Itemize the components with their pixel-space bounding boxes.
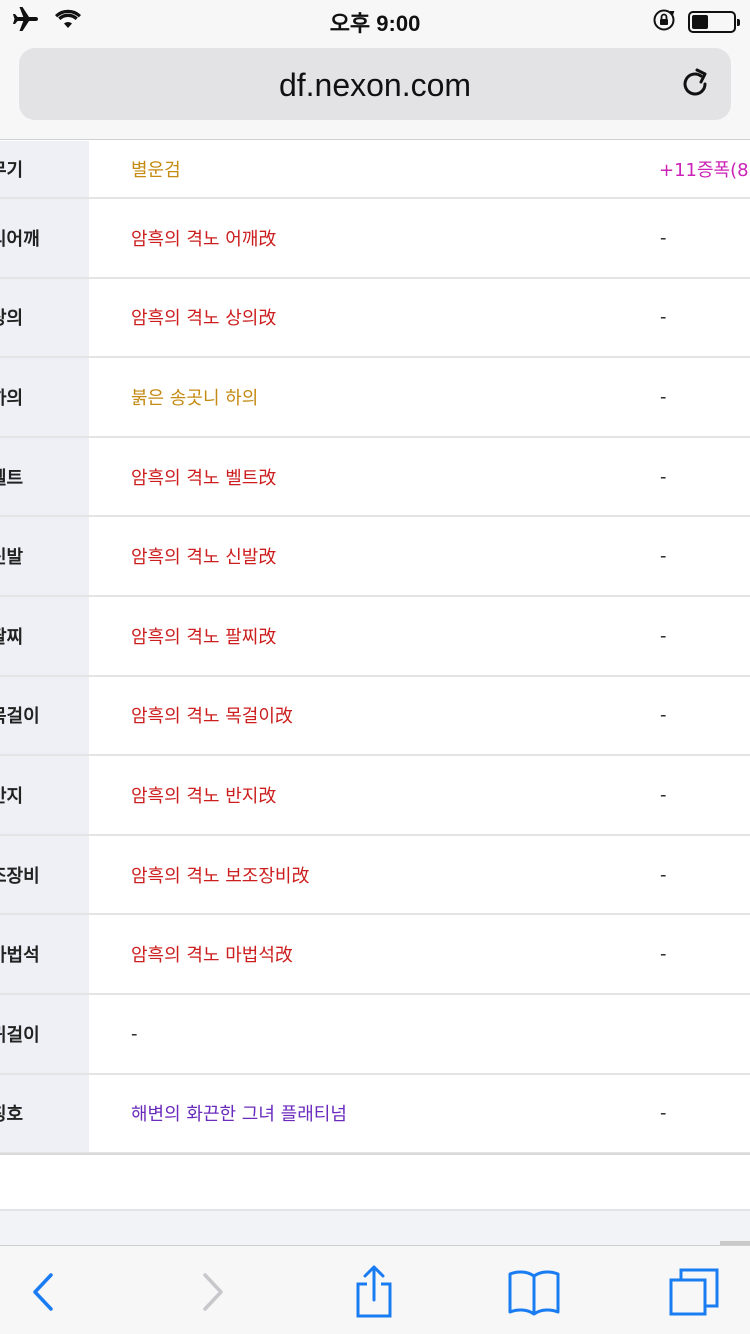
equipment-row[interactable]: 무기 별운검 +11증폭(8) [0, 141, 750, 199]
slot-cell: 반지 [0, 756, 89, 834]
slot-label: 팔찌 [0, 623, 79, 649]
slot-name: 팔찌 [0, 626, 24, 648]
slot-name: 마법석 [0, 945, 40, 967]
forward-icon[interactable] [184, 1264, 240, 1320]
address-bar[interactable]: df.nexon.com [19, 48, 731, 120]
enhancement-value: - [660, 704, 667, 726]
equipment-row[interactable]: 하의 붉은 송곳니 하의 - [0, 358, 750, 438]
slot-label: 마법석 [0, 941, 79, 967]
item-name[interactable]: 암흑의 격노 벨트改 [131, 464, 276, 490]
browser-toolbar [0, 1245, 750, 1334]
item-name[interactable]: 암흑의 격노 신발改 [131, 543, 276, 569]
item-name[interactable]: 별운검 [131, 156, 181, 182]
slot-cell: 신발 [0, 517, 89, 595]
address-bar-area: df.nexon.com [0, 40, 750, 140]
enhancement-value: - [660, 227, 667, 249]
slot-name: 반지 [0, 785, 24, 807]
equipment-row[interactable]: 리어깨 암흑의 격노 어깨改 - [0, 199, 750, 279]
slot-cell: 벨트 [0, 437, 89, 516]
enhancement-value: - [660, 466, 667, 488]
slot-name: 하의 [0, 387, 24, 409]
enhancement-value: - [660, 386, 667, 408]
item-name[interactable]: 암흑의 격노 마법석改 [131, 941, 293, 967]
status-right [652, 8, 740, 36]
slot-name: 칭호 [0, 1104, 24, 1126]
item-name[interactable]: 암흑의 격노 반지改 [131, 782, 276, 808]
slot-label: 신발 [0, 543, 79, 569]
item-name[interactable]: 암흑의 격노 보조장비改 [131, 862, 309, 888]
item-name[interactable]: - [131, 1023, 138, 1044]
slot-cell: 팔찌 [0, 596, 89, 675]
equipment-row[interactable]: 신발 암흑의 격노 신발改 - [0, 517, 750, 597]
slot-name: 무기 [0, 160, 24, 181]
enhancement-value: - [660, 943, 667, 965]
slot-cell: 목걸이 [0, 676, 89, 755]
battery-icon [688, 11, 740, 33]
item-name[interactable]: 해변의 화끈한 그녀 플래티넘 [131, 1100, 347, 1126]
tabs-icon[interactable] [666, 1264, 722, 1320]
item-name[interactable]: 암흑의 격노 상의改 [131, 304, 276, 330]
equipment-row[interactable]: 목걸이 암흑의 격노 목걸이改 - [0, 676, 750, 757]
slot-label: 목걸이 [0, 702, 79, 728]
slot-name: 상의 [0, 308, 24, 330]
status-time: 오후 9:00 [329, 11, 421, 36]
url-text[interactable]: df.nexon.com [19, 67, 731, 104]
slot-cell: 무기 [0, 141, 89, 197]
item-name[interactable]: 암흑의 격노 어깨改 [131, 225, 276, 251]
reload-icon[interactable] [677, 66, 713, 102]
status-bar: 오후 9:00 [0, 0, 750, 40]
equipment-row[interactable]: 마법석 암흑의 격노 마법석改 - [0, 915, 750, 995]
equipment-row[interactable]: 상의 암흑의 격노 상의改 - [0, 278, 750, 359]
equipment-row[interactable]: 반지 암흑의 격노 반지改 - [0, 756, 750, 836]
item-name[interactable]: 암흑의 격노 팔찌改 [131, 623, 276, 649]
enhancement-value: - [660, 784, 667, 806]
back-icon[interactable] [16, 1264, 72, 1320]
slot-cell: 귀걸이 [0, 994, 89, 1073]
share-icon[interactable] [346, 1264, 402, 1320]
slot-label: 칭호 [0, 1100, 79, 1126]
page-footer [0, 1209, 750, 1245]
slot-cell: 하의 [0, 358, 89, 436]
item-name[interactable]: 붉은 송곳니 하의 [131, 384, 258, 410]
enhancement-value: - [660, 545, 667, 567]
equipment-row[interactable]: 팔찌 암흑의 격노 팔찌改 - [0, 596, 750, 677]
slot-label: 귀걸이 [0, 1021, 79, 1047]
slot-name: 조장비 [0, 865, 40, 887]
equipment-table: 무기 별운검 +11증폭(8) 리어깨 암흑의 격노 어깨改 - 상의 암흑의 격노 상의改 -… [0, 141, 750, 1155]
slot-name: 목걸이 [0, 706, 40, 728]
slot-label: 하의 [0, 384, 79, 410]
slot-label: 무기 [0, 156, 79, 182]
slot-name: 벨트 [0, 467, 24, 489]
slot-name: 리어깨 [0, 228, 40, 250]
slot-cell: 조장비 [0, 835, 89, 914]
slot-label: 상의 [0, 304, 79, 330]
slot-cell: 칭호 [0, 1074, 89, 1153]
battery-level [692, 15, 708, 29]
slot-cell: 상의 [0, 278, 89, 357]
slot-label: 벨트 [0, 464, 79, 490]
rotation-lock-icon [652, 8, 676, 36]
equipment-row[interactable]: 칭호 해변의 화끈한 그녀 플래티넘 - [0, 1074, 750, 1155]
slot-label: 조장비 [0, 862, 79, 888]
slot-name: 신발 [0, 547, 24, 569]
equipment-row[interactable]: 귀걸이 - [0, 994, 750, 1075]
equipment-row[interactable]: 벨트 암흑의 격노 벨트改 - [0, 437, 750, 518]
item-name[interactable]: 암흑의 격노 목걸이改 [131, 702, 293, 728]
table-footer [0, 1153, 750, 1209]
slot-label: 반지 [0, 782, 79, 808]
slot-name: 귀걸이 [0, 1024, 40, 1046]
enhancement-value: +11증폭(8) [659, 160, 750, 181]
enhancement-value: - [660, 1102, 667, 1124]
slot-cell: 리어깨 [0, 199, 89, 277]
bookmarks-icon[interactable] [506, 1264, 562, 1320]
enhancement-value: - [660, 625, 667, 647]
slot-cell: 마법석 [0, 915, 89, 993]
equipment-row[interactable]: 조장비 암흑의 격노 보조장비改 - [0, 835, 750, 916]
enhancement-value: - [660, 306, 667, 328]
slot-label: 리어깨 [0, 225, 79, 251]
enhancement-value: - [660, 864, 667, 886]
